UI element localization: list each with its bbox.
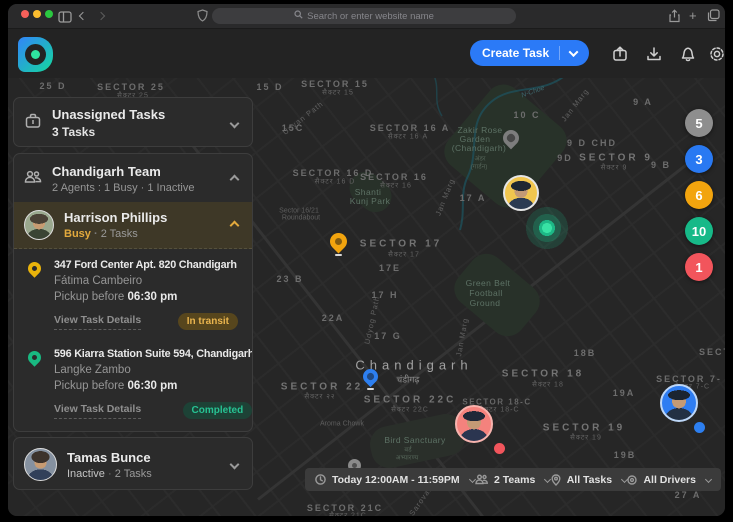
download-icon[interactable] — [645, 45, 663, 63]
agent-status-badge: Busy — [64, 228, 91, 240]
unassigned-title: Unassigned Tasks — [52, 107, 221, 122]
agent-row-harrison[interactable]: Harrison Phillips Busy · 2 Tasks — [14, 202, 252, 249]
status-badge: In transit — [178, 313, 238, 330]
chevron-up-icon[interactable] — [230, 220, 240, 230]
address-bar[interactable]: Search or enter website name — [212, 8, 516, 24]
map-canvas[interactable]: 25 D SECTOR 25 सैक्टर 25 15 D SECTOR 15 … — [8, 78, 725, 516]
agent-card-tamas[interactable]: Tamas Bunce Inactive · 2 Tasks — [13, 437, 253, 490]
filter-teams[interactable]: 2 Teams — [475, 474, 550, 486]
app-header: Create Task — [8, 28, 725, 78]
task-item[interactable]: 596 Kiarra Station Suite 594, Chandigarh… — [14, 342, 252, 431]
create-task-button[interactable]: Create Task — [470, 40, 589, 66]
view-task-details-link[interactable]: View Task Details — [54, 403, 141, 419]
app-logo[interactable] — [18, 37, 53, 72]
pin-base — [367, 388, 374, 390]
chevron-down-icon — [569, 47, 579, 57]
avatar — [24, 448, 57, 481]
task-contact: Fátima Cambeiro — [54, 275, 240, 287]
team-card: Chandigarh Team 2 Agents : 1 Busy · 1 In… — [13, 153, 253, 432]
tabs-icon[interactable] — [707, 9, 720, 27]
driver-avatar-blue[interactable] — [660, 384, 698, 422]
chevron-down-icon[interactable] — [230, 118, 240, 128]
pickup-time: 06:30 pm — [128, 291, 178, 303]
share-icon[interactable] — [668, 9, 681, 28]
status-badge: Completed — [183, 402, 253, 419]
sidebar-toggle-icon[interactable] — [58, 10, 72, 28]
unassigned-count: 3 Tasks — [52, 125, 221, 139]
pin-base — [335, 254, 342, 256]
driver-avatar-red[interactable] — [455, 405, 493, 443]
close-window-button[interactable] — [21, 10, 29, 18]
clock-icon — [315, 474, 326, 485]
zoom-window-button[interactable] — [45, 10, 53, 18]
cluster-badge-assigned[interactable]: 3 — [685, 145, 713, 173]
agent-task-count: 2 Tasks — [115, 468, 152, 480]
create-task-label: Create Task — [482, 46, 549, 60]
browser-window: Search or enter website name + Create Ta… — [8, 4, 725, 516]
forward-icon[interactable] — [97, 12, 105, 20]
filter-tasks[interactable]: All Tasks — [551, 474, 627, 486]
gear-icon[interactable] — [708, 45, 725, 63]
driver-icon — [627, 475, 637, 485]
task-dot-red[interactable] — [494, 443, 505, 454]
view-task-details-link[interactable]: View Task Details — [54, 314, 141, 330]
unassigned-tasks-card[interactable]: Unassigned Tasks 3 Tasks — [13, 97, 253, 147]
pin-icon — [551, 474, 561, 486]
agent-name: Tamas Bunce — [67, 450, 221, 465]
export-icon[interactable] — [611, 45, 629, 63]
team-summary: 2 Agents : 1 Busy · 1 Inactive — [52, 182, 221, 194]
task-item[interactable]: 347 Ford Center Apt. 820 Chandigarh Fáti… — [14, 249, 252, 342]
agent-name: Harrison Phillips — [64, 210, 221, 225]
avatar — [24, 210, 54, 240]
chevron-down-icon[interactable] — [230, 460, 240, 470]
filter-drivers[interactable]: All Drivers — [627, 474, 711, 486]
browser-chrome: Search or enter website name + — [8, 4, 725, 28]
active-driver-pulse[interactable] — [525, 206, 569, 250]
filter-bar: Today 12:00AM - 11:59PM 2 Teams All Task… — [305, 468, 721, 491]
new-tab-icon[interactable]: + — [689, 8, 697, 23]
driver-avatar-yellow[interactable] — [503, 175, 539, 211]
team-header[interactable]: Chandigarh Team 2 Agents : 1 Busy · 1 In… — [14, 154, 252, 202]
task-dot-blue[interactable] — [694, 422, 705, 433]
back-icon[interactable] — [79, 12, 87, 20]
cluster-badge-failed[interactable]: 1 — [685, 253, 713, 281]
bell-icon[interactable] — [679, 45, 697, 63]
pickup-pin-icon — [25, 259, 43, 277]
cluster-badge-completed[interactable]: 10 — [685, 217, 713, 245]
task-address: 347 Ford Center Apt. 820 Chandigarh — [54, 259, 240, 271]
cluster-badge-unassigned[interactable]: 5 — [685, 109, 713, 137]
search-icon — [294, 10, 303, 22]
filter-date-range[interactable]: Today 12:00AM - 11:59PM — [315, 474, 475, 486]
cluster-badge-inprogress[interactable]: 6 — [685, 181, 713, 209]
task-contact: Langke Zambo — [54, 364, 253, 376]
chevron-up-icon[interactable] — [230, 174, 240, 184]
minimize-window-button[interactable] — [33, 10, 41, 18]
task-address: 596 Kiarra Station Suite 594, Chandigarh — [54, 348, 253, 360]
agent-task-count: 2 Tasks — [101, 228, 138, 240]
agent-status: Inactive — [67, 468, 105, 480]
briefcase-icon — [24, 112, 42, 135]
address-bar-placeholder: Search or enter website name — [307, 11, 434, 22]
chevron-down-icon — [705, 476, 712, 483]
team-icon — [24, 169, 42, 190]
shield-icon[interactable] — [197, 9, 208, 27]
teams-icon — [475, 474, 488, 485]
pickup-pin-icon — [25, 348, 43, 366]
pickup-time: 06:30 pm — [128, 380, 178, 392]
team-name: Chandigarh Team — [52, 164, 221, 179]
